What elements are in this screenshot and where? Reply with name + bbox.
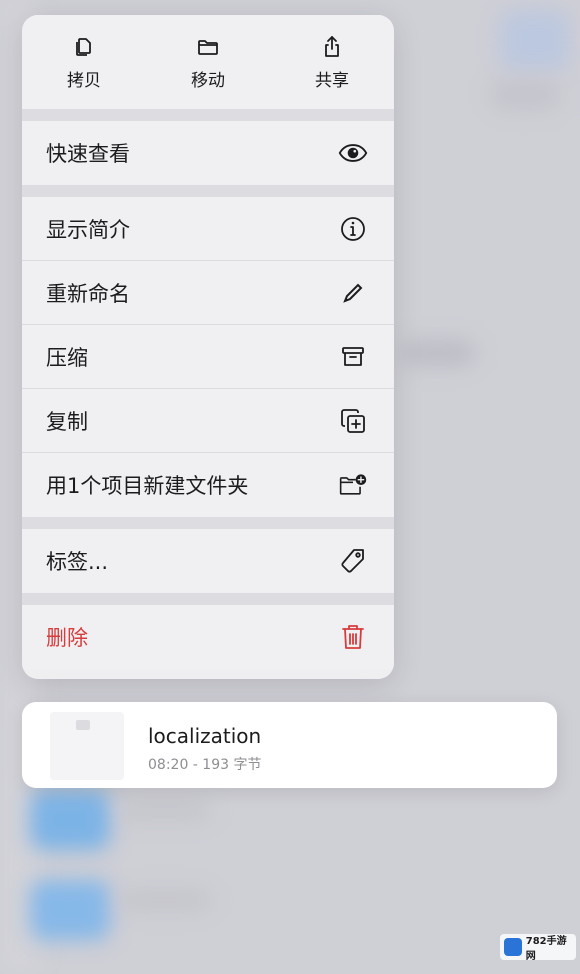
- copy-action[interactable]: 拷贝: [22, 15, 146, 109]
- menu-item-label: 压缩: [46, 345, 88, 370]
- folder-icon: [198, 39, 218, 55]
- top-action-bar: 拷贝 移动 共享: [22, 15, 394, 109]
- watermark-logo-icon: [504, 938, 522, 956]
- menu-item-delete[interactable]: 删除: [22, 605, 394, 669]
- menu-item-label: 标签...: [46, 550, 109, 574]
- menu-item-rename[interactable]: 重新命名: [22, 261, 394, 325]
- menu-section-divider: [22, 517, 394, 529]
- file-preview-card[interactable]: localization 08:20 - 193 字节: [22, 702, 557, 788]
- folder-plus-icon: [338, 470, 368, 500]
- trash-icon: [338, 622, 368, 652]
- file-name: localization: [148, 724, 262, 748]
- menu-item-get-info[interactable]: 显示简介: [22, 197, 394, 261]
- bg-folder-thumbnail: [30, 880, 110, 940]
- menu-item-label: 重新命名: [46, 281, 130, 306]
- share-action[interactable]: 共享: [270, 15, 394, 109]
- bg-blur-text: [490, 80, 560, 110]
- menu-section-divider: [22, 109, 394, 121]
- bg-blur-icon: [500, 10, 570, 70]
- menu-item-new-folder-with-item[interactable]: 用1个项目新建文件夹: [22, 453, 394, 517]
- move-action[interactable]: 移动: [146, 15, 270, 109]
- eye-icon: [338, 138, 368, 168]
- menu-item-compress[interactable]: 压缩: [22, 325, 394, 389]
- menu-item-label: 快速查看: [46, 142, 130, 166]
- bg-blur-text: [120, 800, 210, 820]
- menu-item-duplicate[interactable]: 复制: [22, 389, 394, 453]
- menu-section-divider: [22, 593, 394, 605]
- pencil-icon: [338, 278, 368, 308]
- share-icon: [325, 35, 339, 57]
- tag-icon: [338, 546, 368, 576]
- copy-label: 拷贝: [67, 70, 101, 91]
- menu-item-quick-look[interactable]: 快速查看: [22, 121, 394, 185]
- copy-doc-icon: [76, 37, 91, 56]
- move-label: 移动: [191, 70, 225, 91]
- share-label: 共享: [315, 70, 349, 91]
- bg-folder-thumbnail: [30, 790, 110, 850]
- menu-section-divider: [22, 185, 394, 197]
- info-icon: [338, 214, 368, 244]
- menu-item-label: 用1个项目新建文件夹: [46, 474, 249, 498]
- watermark: 782手游网: [500, 934, 576, 962]
- file-meta: 08:20 - 193 字节: [148, 757, 262, 773]
- context-menu: 拷贝 移动 共享 快速查看 显示简介 重新命名 压缩 复制 用1个项目新建文件夹…: [22, 15, 394, 679]
- watermark-text: 782手游网: [525, 936, 567, 962]
- menu-item-label: 删除: [46, 626, 88, 650]
- menu-item-label: 显示简介: [46, 217, 130, 242]
- file-thumbnail: [50, 712, 124, 780]
- menu-item-label: 复制: [46, 409, 88, 434]
- archive-icon: [338, 342, 368, 372]
- menu-item-tags[interactable]: 标签...: [22, 529, 394, 593]
- bg-blur-text: [120, 890, 210, 910]
- bg-blur-text: [400, 340, 475, 366]
- duplicate-icon: [338, 406, 368, 436]
